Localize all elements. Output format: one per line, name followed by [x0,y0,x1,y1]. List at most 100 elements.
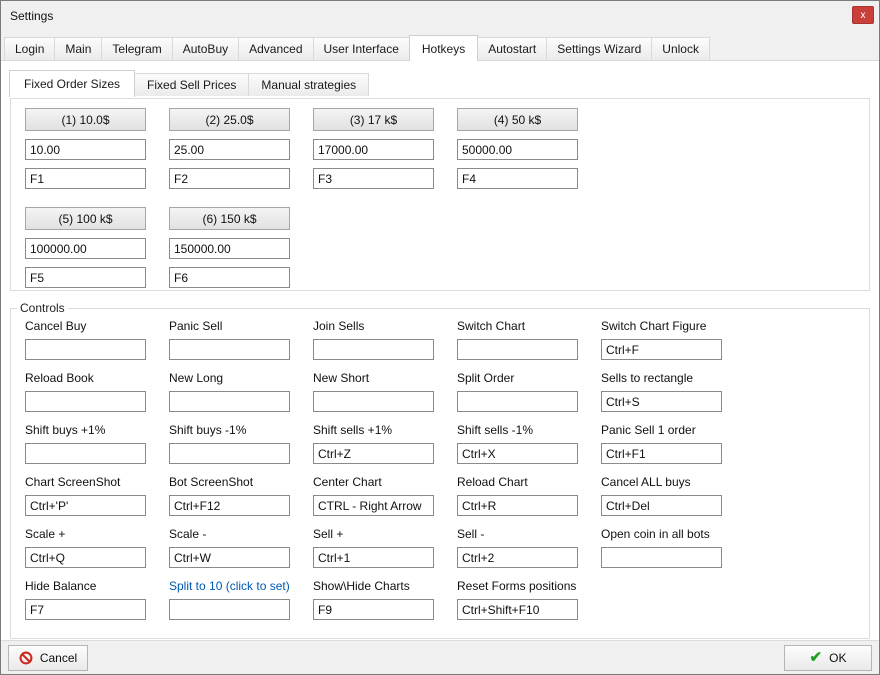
order-size-button-2[interactable]: (2) 25.0$ [169,108,290,131]
tab-settings-wizard[interactable]: Settings Wizard [546,37,652,60]
tab-hotkeys[interactable]: Hotkeys [409,35,478,61]
control-cell-reload-book: Reload Book [25,371,146,412]
order-size-button-6[interactable]: (6) 150 k$ [169,207,290,230]
control-hotkey-input-join-sells[interactable] [313,339,434,360]
control-hotkey-input-new-short[interactable] [313,391,434,412]
order-size-value-input-3[interactable] [313,139,434,160]
control-hotkey-input-panic-sell[interactable] [169,339,290,360]
control-label: Center Chart [313,475,434,490]
control-hotkey-input-cancel-buy[interactable] [25,339,146,360]
order-size-hotkey-input-1[interactable] [25,168,146,189]
controls-group-label: Controls [17,301,68,315]
control-hotkey-input-reload-chart[interactable] [457,495,578,516]
control-hotkey-input-reload-book[interactable] [25,391,146,412]
order-size-value-input-4[interactable] [457,139,578,160]
tab-login[interactable]: Login [4,37,55,60]
order-size-button-3[interactable]: (3) 17 k$ [313,108,434,131]
control-label: Scale + [25,527,146,542]
control-hotkey-input-hide-balance[interactable] [25,599,146,620]
order-size-button-5[interactable]: (5) 100 k$ [25,207,146,230]
control-hotkey-input-sell-plus[interactable] [313,547,434,568]
control-cell-sells-to-rectangle: Sells to rectangle [601,371,722,412]
control-hotkey-input-scale-plus[interactable] [25,547,146,568]
order-size-value-input-2[interactable] [169,139,290,160]
subtab-fixed-order-sizes[interactable]: Fixed Order Sizes [9,70,135,97]
tab-telegram[interactable]: Telegram [101,37,172,60]
order-size-cell-1: (1) 10.0$ [25,108,146,189]
order-size-button-4[interactable]: (4) 50 k$ [457,108,578,131]
control-cell-sell-minus: Sell - [457,527,578,568]
control-label: Chart ScreenShot [25,475,146,490]
control-label: Panic Sell 1 order [601,423,722,438]
control-hotkey-input-sell-minus[interactable] [457,547,578,568]
order-size-hotkey-input-3[interactable] [313,168,434,189]
control-hotkey-input-shift-sells-plus[interactable] [313,443,434,464]
window-title: Settings [10,9,53,23]
order-size-button-1[interactable]: (1) 10.0$ [25,108,146,131]
tab-main[interactable]: Main [54,37,102,60]
control-hotkey-input-cancel-all-buys[interactable] [601,495,722,516]
control-hotkey-input-center-chart[interactable] [313,495,434,516]
control-hotkey-input-chart-screenshot[interactable] [25,495,146,516]
control-hotkey-input-switch-chart-figure[interactable] [601,339,722,360]
cancel-button[interactable]: Cancel [8,645,88,671]
control-label: Open coin in all bots [601,527,722,542]
split-to-10-link[interactable]: Split to 10 (click to set) [169,579,290,594]
subtab-fixed-sell-prices[interactable]: Fixed Sell Prices [134,73,249,96]
tab-advanced[interactable]: Advanced [238,37,313,60]
control-cell-reload-chart: Reload Chart [457,475,578,516]
control-label: Shift sells +1% [313,423,434,438]
cancel-prohibition-icon [19,651,33,665]
control-hotkey-input-sells-to-rectangle[interactable] [601,391,722,412]
control-hotkey-input-split-order[interactable] [457,391,578,412]
control-hotkey-input-shift-sells-minus[interactable] [457,443,578,464]
control-cell-chart-screenshot: Chart ScreenShot [25,475,146,516]
control-hotkey-input-shift-buys-plus[interactable] [25,443,146,464]
control-label: Cancel Buy [25,319,146,334]
control-label: Sell + [313,527,434,542]
control-hotkey-input-show-hide-charts[interactable] [313,599,434,620]
order-size-hotkey-input-6[interactable] [169,267,290,288]
tab-autostart[interactable]: Autostart [477,37,547,60]
tab-autobuy[interactable]: AutoBuy [172,37,239,60]
control-cell-cancel-buy: Cancel Buy [25,319,146,360]
close-button[interactable]: x [852,6,874,24]
control-label: Shift buys -1% [169,423,290,438]
order-sizes-group: (1) 10.0$ (2) 25.0$ (3) 17 k$ (4) 50 k$ [10,98,870,291]
control-label: Hide Balance [25,579,146,594]
order-size-cell-5: (5) 100 k$ [25,207,146,288]
control-hotkey-input-switch-chart[interactable] [457,339,578,360]
control-cell-split-to-10: Split to 10 (click to set) [169,579,290,620]
main-tabstrip: Login Main Telegram AutoBuy Advanced Use… [1,31,879,61]
control-label: Switch Chart [457,319,578,334]
control-cell-panic-sell-1-order: Panic Sell 1 order [601,423,722,464]
control-hotkey-input-bot-screenshot[interactable] [169,495,290,516]
control-label: Split Order [457,371,578,386]
order-size-hotkey-input-4[interactable] [457,168,578,189]
tab-unlock[interactable]: Unlock [651,37,710,60]
dialog-footer: Cancel ✔ OK [1,640,879,674]
tab-user-interface[interactable]: User Interface [313,37,410,60]
control-hotkey-input-reset-forms-positions[interactable] [457,599,578,620]
control-cell-reset-forms-positions: Reset Forms positions [457,579,578,620]
control-cell-cancel-all-buys: Cancel ALL buys [601,475,722,516]
order-size-cell-4: (4) 50 k$ [457,108,578,189]
order-size-hotkey-input-5[interactable] [25,267,146,288]
order-size-value-input-5[interactable] [25,238,146,259]
control-cell-bot-screenshot: Bot ScreenShot [169,475,290,516]
order-size-hotkey-input-2[interactable] [169,168,290,189]
control-hotkey-input-scale-minus[interactable] [169,547,290,568]
control-label: Shift buys +1% [25,423,146,438]
subtab-manual-strategies[interactable]: Manual strategies [248,73,369,96]
control-hotkey-input-split-to-10[interactable] [169,599,290,620]
control-cell-shift-buys-minus: Shift buys -1% [169,423,290,464]
control-hotkey-input-shift-buys-minus[interactable] [169,443,290,464]
control-hotkey-input-open-coin-all-bots[interactable] [601,547,722,568]
ok-button[interactable]: ✔ OK [784,645,872,671]
control-hotkey-input-new-long[interactable] [169,391,290,412]
control-hotkey-input-panic-sell-1-order[interactable] [601,443,722,464]
control-cell-new-short: New Short [313,371,434,412]
order-size-value-input-1[interactable] [25,139,146,160]
control-cell-hide-balance: Hide Balance [25,579,146,620]
order-size-value-input-6[interactable] [169,238,290,259]
